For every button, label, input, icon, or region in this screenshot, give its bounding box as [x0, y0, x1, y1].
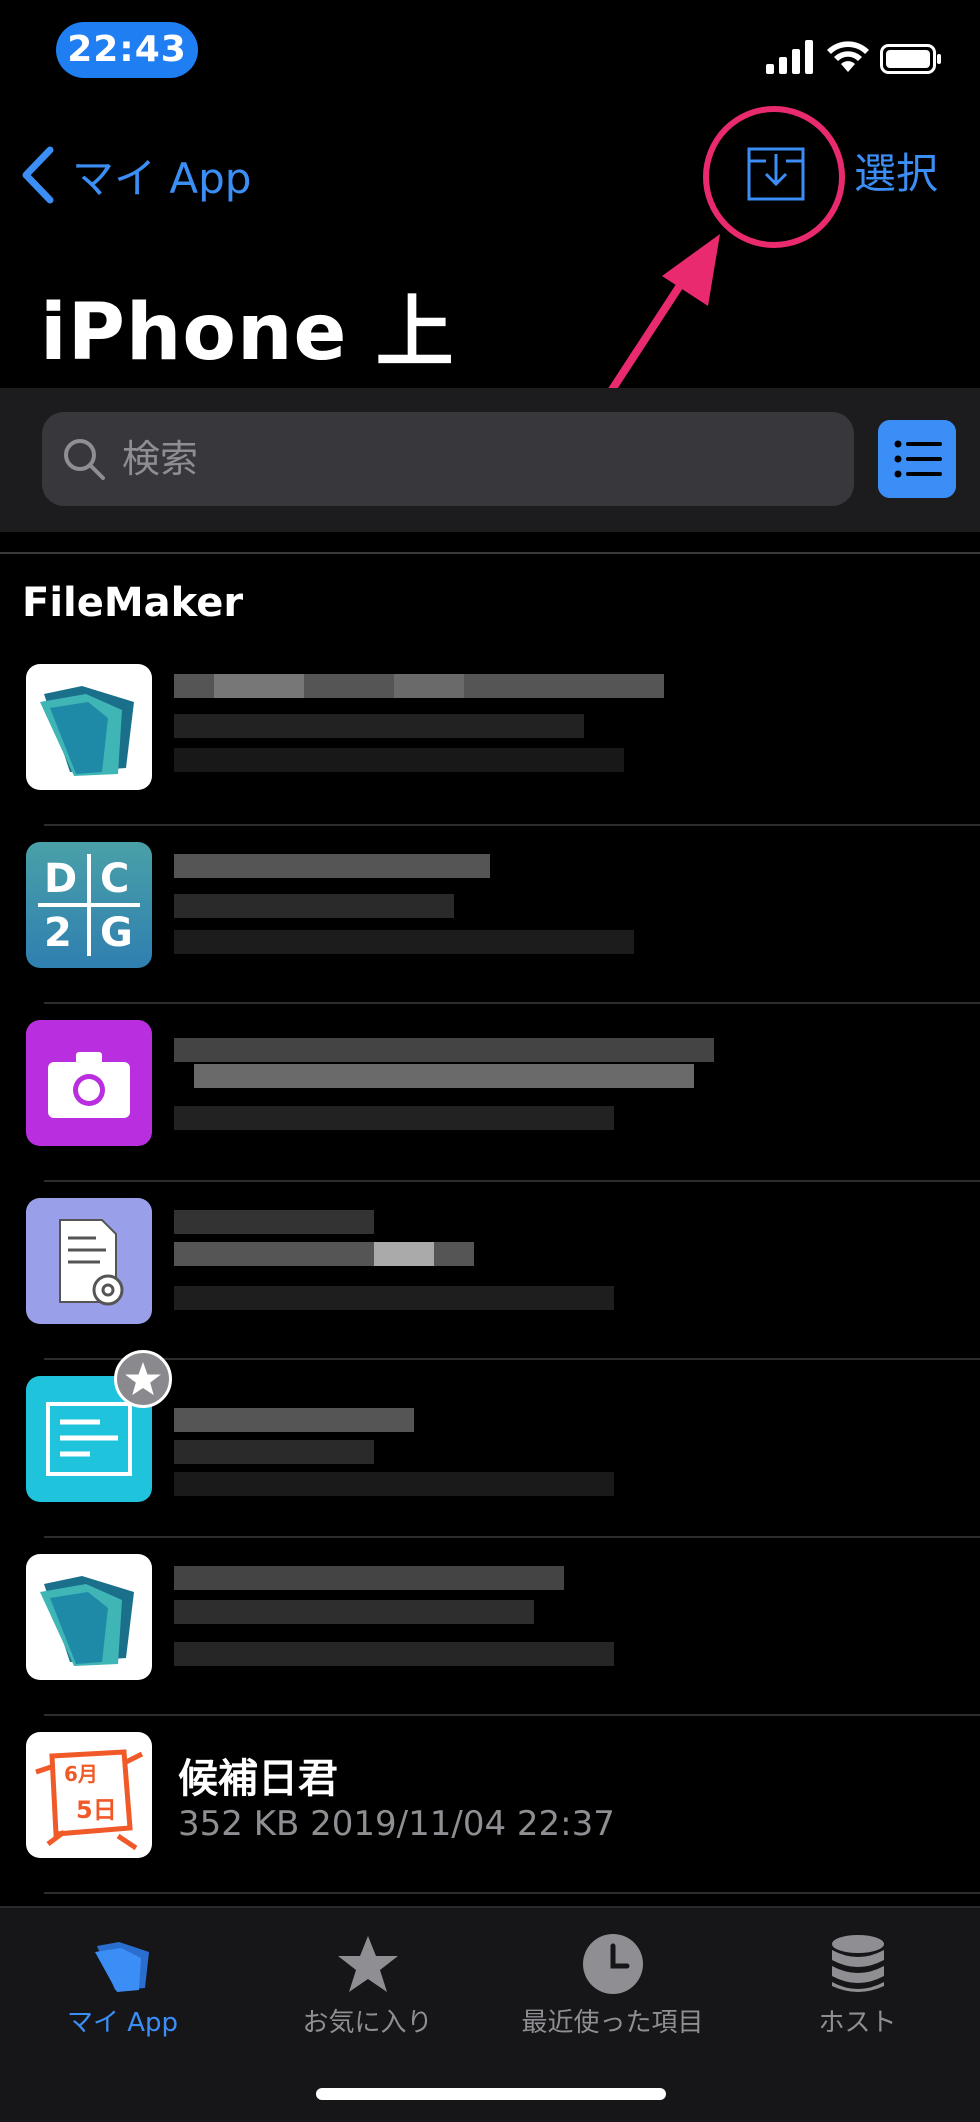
tab-label: 最近使った項目	[521, 2008, 704, 2038]
star-icon	[337, 1936, 398, 1992]
database-icon	[831, 1935, 884, 1992]
select-button[interactable]: 選択	[854, 146, 938, 202]
icon-letter: G	[100, 910, 133, 956]
list-item[interactable]	[0, 648, 980, 826]
blurred-title	[174, 1380, 734, 1496]
section-header: FileMaker	[22, 580, 244, 626]
list-item[interactable]: D C 2 G	[0, 826, 980, 1004]
divider	[0, 552, 980, 554]
wifi-icon	[827, 41, 869, 72]
icon-letter: 2	[44, 910, 72, 956]
status-bar: 22:43	[0, 0, 980, 100]
tab-hosts[interactable]: ホスト	[735, 1922, 980, 2062]
list-item[interactable]	[0, 1004, 980, 1182]
tab-label: ホスト	[818, 2008, 897, 2038]
list-view-button[interactable]	[878, 420, 956, 498]
filemaker-folder-icon	[26, 664, 152, 790]
folder-icon	[94, 1942, 149, 1992]
back-button[interactable]: マイ App	[20, 140, 251, 210]
icon-letter: D	[44, 856, 78, 902]
blurred-title	[174, 1558, 734, 1668]
annotation-arrow-icon	[600, 234, 720, 406]
tab-favorites[interactable]: お気に入り	[245, 1922, 490, 2062]
blurred-title	[174, 846, 734, 956]
row-subtitle: 352 KB 2019/11/04 22:37	[178, 1804, 615, 1844]
blurred-title	[174, 1202, 734, 1312]
search-field[interactable]	[42, 412, 854, 506]
home-indicator[interactable]	[316, 2088, 666, 2100]
back-label: マイ App	[72, 153, 252, 203]
star-badge-icon	[114, 1350, 172, 1408]
camera-icon	[26, 1020, 152, 1146]
list-item[interactable]: 6月 5日 候補日君 352 KB 2019/11/04 22:37	[0, 1716, 980, 1894]
chevron-left-icon	[22, 146, 54, 204]
clock-icon	[582, 1934, 643, 1994]
list-item[interactable]	[0, 1182, 980, 1360]
row-separator	[44, 1892, 980, 1894]
list-item[interactable]	[0, 1538, 980, 1716]
page-title: iPhone 上	[40, 288, 455, 378]
icon-text: 5日	[76, 1796, 117, 1824]
battery-icon	[880, 44, 941, 74]
icon-text: 6月	[64, 1762, 98, 1786]
tab-my-apps[interactable]: マイ App	[0, 1922, 245, 2062]
tab-recents[interactable]: 最近使った項目	[490, 1922, 735, 2062]
cellular-signal-icon	[766, 40, 813, 74]
row-title: 候補日君	[178, 1756, 338, 1802]
calendar-character-icon: 6月 5日	[26, 1732, 152, 1858]
status-time[interactable]: 22:43	[56, 22, 198, 78]
dc2g-icon: D C 2 G	[26, 842, 152, 968]
filemaker-folder-icon	[26, 1554, 152, 1680]
tab-label: お気に入り	[302, 2008, 433, 2038]
blurred-title	[174, 1024, 734, 1134]
document-gear-icon	[26, 1198, 152, 1324]
search-icon	[64, 439, 105, 480]
icon-letter: C	[100, 856, 130, 902]
tab-label: マイ App	[66, 2008, 179, 2038]
search-input[interactable]	[122, 437, 802, 481]
highlight-circle	[703, 106, 845, 248]
blurred-title	[174, 668, 734, 778]
